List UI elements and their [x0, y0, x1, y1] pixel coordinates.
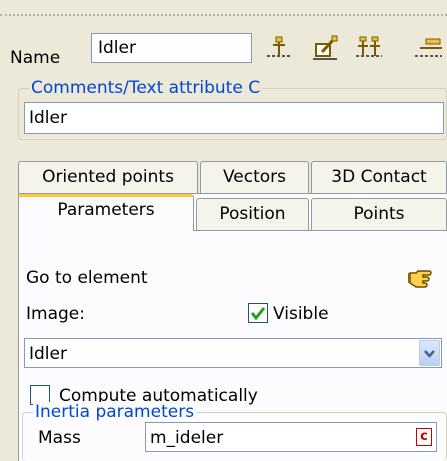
- name-input[interactable]: Idler: [91, 33, 252, 63]
- add-node-icon[interactable]: [264, 34, 294, 64]
- tab-baseline: [194, 230, 447, 231]
- tab-vectors[interactable]: Vectors: [200, 161, 309, 194]
- mass-input[interactable]: m_ideler c: [145, 422, 437, 452]
- mass-label: Mass: [38, 428, 81, 448]
- image-select-value: Idler: [29, 344, 67, 364]
- remove-node-icon[interactable]: [412, 34, 447, 64]
- visible-checkbox[interactable]: [248, 303, 268, 323]
- add-multiple-nodes-icon[interactable]: [354, 34, 384, 64]
- chevron-down-icon: [424, 350, 435, 358]
- edit-node-icon[interactable]: [310, 34, 340, 64]
- mass-value: m_ideler: [150, 428, 224, 448]
- image-select[interactable]: Idler: [24, 338, 442, 368]
- top-dotted-separator: [0, 14, 447, 16]
- inertia-legend: Inertia parameters: [33, 402, 197, 422]
- tab-position[interactable]: Position: [196, 198, 309, 230]
- visible-label: Visible: [273, 304, 329, 324]
- tab-points[interactable]: Points: [311, 198, 447, 230]
- tab-parameters[interactable]: Parameters: [18, 194, 194, 231]
- name-label: Name: [10, 48, 61, 68]
- constant-badge[interactable]: c: [416, 428, 432, 446]
- dropdown-arrow-button[interactable]: [419, 340, 440, 366]
- image-label: Image:: [26, 304, 85, 324]
- go-to-element-label: Go to element: [26, 268, 148, 288]
- tab-oriented-points[interactable]: Oriented points: [18, 161, 198, 194]
- comments-legend: Comments/Text attribute C: [29, 78, 263, 98]
- comments-input[interactable]: Idler: [24, 102, 444, 134]
- checkmark-icon: [250, 307, 266, 321]
- tab-3d-contact[interactable]: 3D Contact: [311, 161, 447, 194]
- pointing-hand-icon[interactable]: [408, 266, 434, 288]
